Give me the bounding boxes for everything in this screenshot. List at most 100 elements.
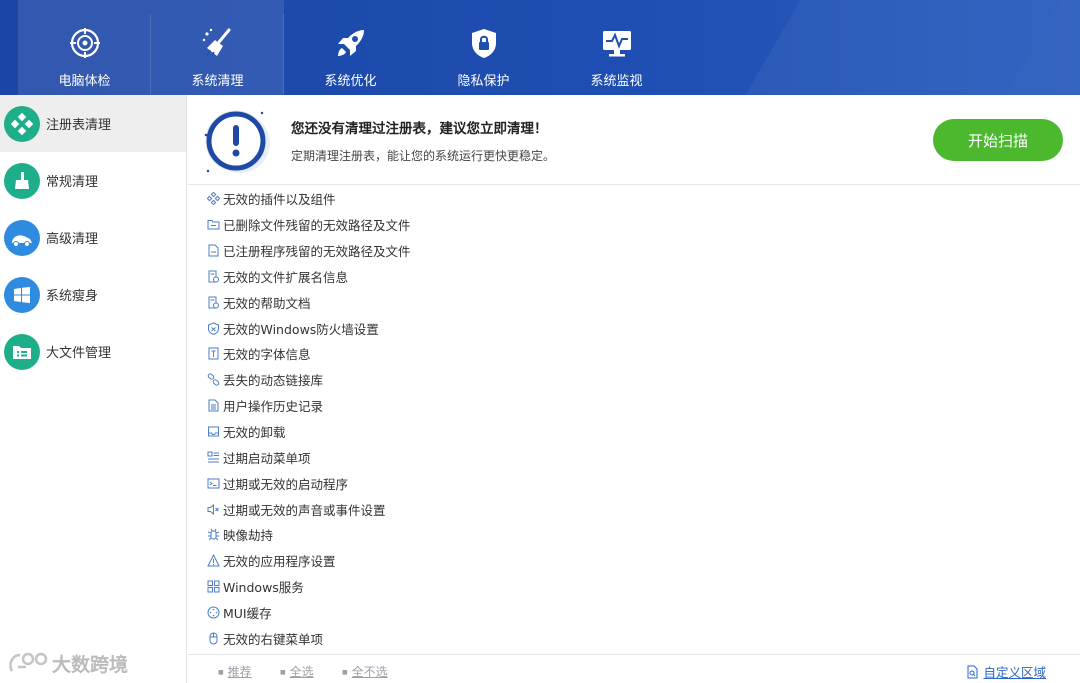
tab-system-optimize[interactable]: 系统优化: [284, 0, 417, 95]
file-search-icon: [967, 665, 978, 678]
puzzle-icon: [206, 192, 220, 206]
font-icon: [206, 347, 220, 361]
list-item-label: 已注册程序残留的无效路径及文件: [223, 244, 411, 260]
banner-subtitle: 定期清理注册表，能让您的系统运行更快更稳定。: [291, 149, 556, 163]
sidebar: 注册表清理 常规清理 高级清理 系统瘦身 大文件管理 大数跨境: [0, 95, 187, 683]
list-item-label: 无效的字体信息: [223, 347, 311, 363]
sidebar-item-system-slim[interactable]: 系统瘦身: [0, 266, 186, 323]
tab-system-cleanup[interactable]: 系统清理: [151, 0, 284, 95]
list-item-mui-cache[interactable]: MUI缓存: [206, 600, 1076, 626]
target-icon: [68, 26, 102, 60]
list-item-label: 无效的卸载: [223, 425, 286, 441]
speaker-mute-icon: [206, 502, 220, 516]
registry-item-list: 无效的插件以及组件 已删除文件残留的无效路径及文件 已注册程序残留的无效路径及文…: [206, 186, 1076, 651]
list-footer: 推荐 全选 全不选 自定义区域: [188, 654, 1080, 683]
main-panel: 您还没有清理过注册表，建议您立即清理！ 定期清理注册表，能让您的系统运行更快更稳…: [188, 95, 1080, 683]
uninstall-icon: [206, 425, 220, 439]
broom-icon: [201, 26, 235, 60]
link-icon: [206, 373, 220, 387]
sidebar-item-label: 系统瘦身: [46, 289, 99, 304]
list-item-label: 用户操作历史记录: [223, 399, 324, 415]
list-item-missing-dll[interactable]: 丢失的动态链接库: [206, 367, 1076, 393]
list-item-file-extensions[interactable]: 无效的文件扩展名信息: [206, 264, 1076, 290]
list-item-label: 过期启动菜单项: [223, 450, 311, 466]
tab-system-monitor[interactable]: 系统监视: [550, 0, 683, 95]
warning-icon: [206, 554, 220, 568]
help-doc-icon: [206, 295, 220, 309]
custom-area-link[interactable]: 自定义区域: [966, 662, 1046, 681]
tab-label: 隐私保护: [457, 74, 510, 89]
watermark: 大数跨境: [8, 650, 128, 677]
file-gear-icon: [206, 269, 220, 283]
list-item-invalid-plugins[interactable]: 无效的插件以及组件: [206, 186, 1076, 212]
list-item-sound-events[interactable]: 过期或无效的声音或事件设置: [206, 496, 1076, 522]
main-tabs: 电脑体检 系统清理 系统优化 隐私保护 系统监视: [18, 0, 683, 95]
list-item-label: 无效的应用程序设置: [223, 554, 336, 570]
list-item-firewall-settings[interactable]: 无效的Windows防火墙设置: [206, 315, 1076, 341]
tab-label: 系统监视: [590, 74, 643, 89]
list-item-start-menu[interactable]: 过期启动菜单项: [206, 444, 1076, 470]
rocket-icon: [334, 26, 368, 60]
bug-icon: [206, 528, 220, 542]
monitor-pulse-icon: [600, 26, 634, 60]
document-icon: [206, 399, 220, 413]
list-item-image-hijack[interactable]: 映像劫持: [206, 522, 1076, 548]
alert-icon: [200, 105, 274, 179]
list-item-label: 过期或无效的启动程序: [223, 476, 349, 492]
list-item-label: MUI缓存: [223, 605, 272, 621]
recommend-link[interactable]: 推荐: [218, 663, 252, 680]
services-icon: [206, 580, 220, 594]
sidebar-item-regular-cleanup[interactable]: 常规清理: [0, 152, 186, 209]
list-item-help-docs[interactable]: 无效的帮助文档: [206, 289, 1076, 315]
menu-list-icon: [206, 450, 220, 464]
list-item-font-info[interactable]: 无效的字体信息: [206, 341, 1076, 367]
custom-area-label: 自定义区域: [983, 665, 1046, 680]
list-item-startup-programs[interactable]: 过期或无效的启动程序: [206, 470, 1076, 496]
list-item-label: 无效的文件扩展名信息: [223, 269, 349, 285]
list-item-label: 映像劫持: [223, 528, 274, 544]
watermark-logo-icon: [9, 652, 48, 672]
tab-label: 系统优化: [324, 74, 377, 89]
mouse-icon: [206, 631, 220, 645]
list-item-app-settings[interactable]: 无效的应用程序设置: [206, 548, 1076, 574]
sidebar-item-label: 常规清理: [46, 175, 99, 190]
list-item-label: 丢失的动态链接库: [223, 373, 324, 389]
tab-label: 电脑体检: [58, 74, 111, 89]
shield-icon: [206, 321, 220, 335]
select-all-link[interactable]: 全选: [280, 663, 314, 680]
list-item-user-history[interactable]: 用户操作历史记录: [206, 393, 1076, 419]
select-none-link[interactable]: 全不选: [342, 663, 388, 680]
list-item-windows-services[interactable]: Windows服务: [206, 574, 1076, 600]
start-scan-button[interactable]: 开始扫描: [933, 119, 1063, 161]
sidebar-item-registry-cleanup[interactable]: 注册表清理: [0, 95, 186, 152]
sidebar-item-label: 注册表清理: [46, 118, 112, 133]
watermark-text: 大数跨境: [52, 654, 129, 676]
list-item-invalid-uninstall[interactable]: 无效的卸载: [206, 419, 1076, 445]
list-item-context-menu[interactable]: 无效的右键菜单项: [206, 625, 1076, 651]
list-item-label: 无效的右键菜单项: [223, 631, 324, 647]
tab-computer-checkup[interactable]: 电脑体检: [18, 0, 151, 95]
cache-icon: [206, 605, 220, 619]
list-item-label: 已删除文件残留的无效路径及文件: [223, 218, 411, 234]
registry-status-banner: 您还没有清理过注册表，建议您立即清理！ 定期清理注册表，能让您的系统运行更快更稳…: [188, 95, 1080, 185]
list-item-label: 无效的插件以及组件: [223, 192, 336, 208]
list-item-deleted-file-paths[interactable]: 已删除文件残留的无效路径及文件: [206, 212, 1076, 238]
top-navigation-bar: 电脑体检 系统清理 系统优化 隐私保护 系统监视: [0, 0, 1080, 95]
folder-icon: [206, 218, 220, 232]
sidebar-item-large-file-manager[interactable]: 大文件管理: [0, 323, 186, 380]
tab-privacy-protection[interactable]: 隐私保护: [417, 0, 550, 95]
terminal-icon: [206, 476, 220, 490]
windows-icon: [4, 276, 40, 313]
vacuum-icon: [4, 219, 40, 256]
banner-title: 您还没有清理过注册表，建议您立即清理！: [291, 121, 548, 137]
folder-icon: [4, 333, 40, 370]
list-item-label: 无效的帮助文档: [223, 295, 311, 311]
sidebar-item-label: 大文件管理: [46, 346, 112, 361]
file-icon: [206, 244, 220, 258]
registry-icon: [4, 105, 40, 142]
list-item-label: Windows服务: [223, 580, 304, 596]
list-item-label: 过期或无效的声音或事件设置: [223, 502, 386, 518]
sidebar-item-advanced-cleanup[interactable]: 高级清理: [0, 209, 186, 266]
broom-icon: [4, 162, 40, 199]
list-item-registered-program-paths[interactable]: 已注册程序残留的无效路径及文件: [206, 238, 1076, 264]
